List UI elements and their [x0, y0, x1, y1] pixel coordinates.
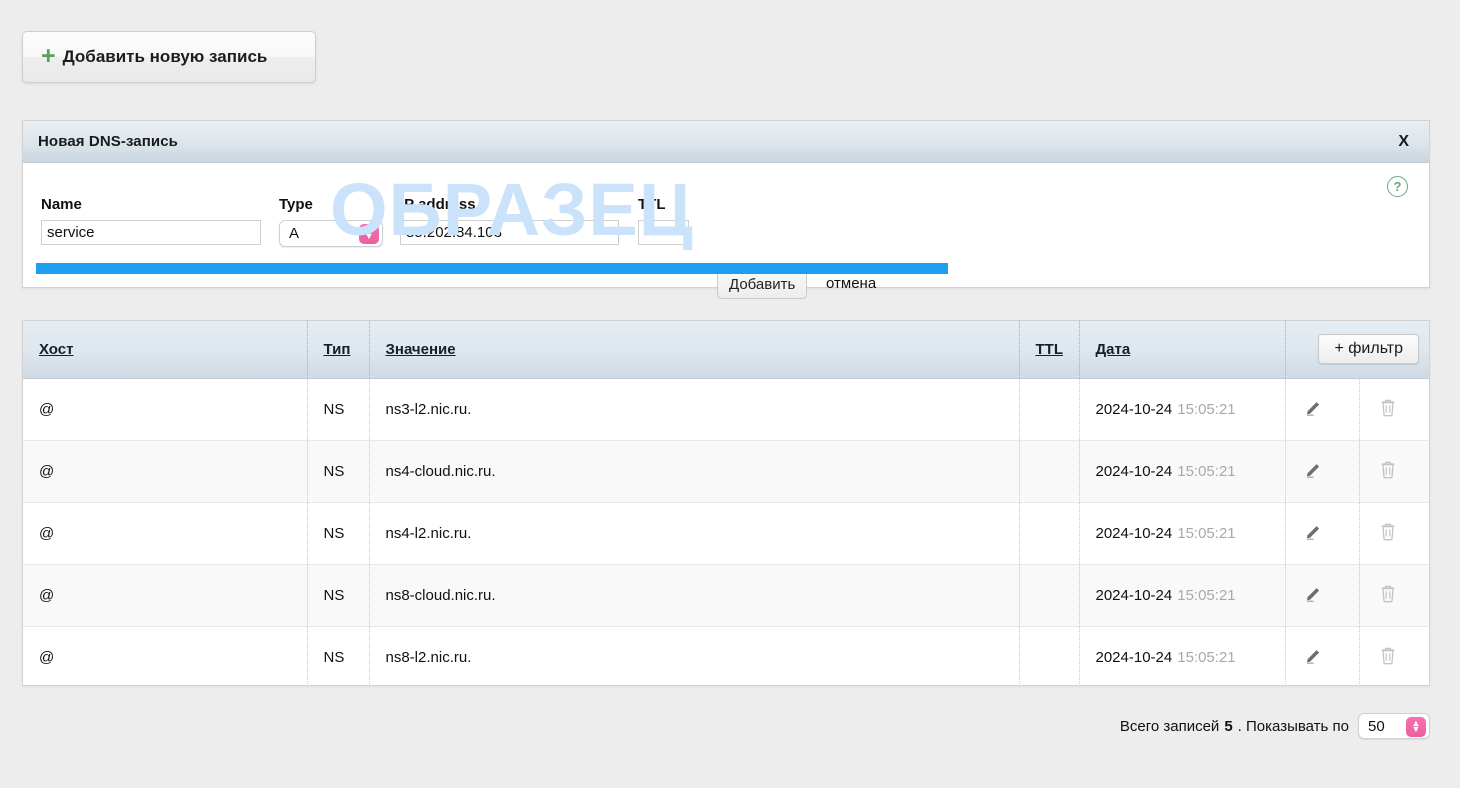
cell-value: ns3-l2.nic.ru. [369, 378, 1020, 441]
trash-icon [1378, 459, 1398, 483]
cell-ttl [1019, 440, 1080, 503]
total-records-count: 5 [1224, 717, 1233, 735]
ip-address-input[interactable] [400, 220, 619, 245]
ip-address-label: IP address [400, 196, 476, 213]
filter-button[interactable]: + фильтр [1318, 334, 1420, 365]
trash-icon [1378, 583, 1398, 607]
cell-date: 2024-10-24 15:05:21 [1079, 564, 1286, 627]
column-header-ttl[interactable]: TTL [1019, 321, 1080, 379]
trash-icon [1378, 397, 1398, 421]
cell-type: NS [307, 626, 370, 685]
cell-value: ns8-l2.nic.ru. [369, 626, 1020, 685]
cell-date: 2024-10-24 15:05:21 [1079, 626, 1286, 685]
edit-record-button[interactable] [1285, 564, 1360, 627]
cell-value: ns4-l2.nic.ru. [369, 502, 1020, 565]
dns-records-table: Хост Тип Значение TTL Дата + фильтр @ NS n… [22, 320, 1430, 686]
cell-type: NS [307, 378, 370, 441]
type-select-value: A [289, 225, 300, 242]
close-icon[interactable]: X [1398, 133, 1409, 151]
table-row: @ NS ns8-l2.nic.ru. 2024-10-24 15:05:21 [23, 626, 1429, 685]
panel-header: Новая DNS-запись X [23, 121, 1429, 163]
help-icon[interactable]: ? [1387, 176, 1408, 197]
ttl-label: TTL [638, 196, 666, 213]
table-body: @ NS ns3-l2.nic.ru. 2024-10-24 15:05:21 @ NS ns… [23, 378, 1429, 685]
cell-ttl [1019, 378, 1080, 441]
chevron-updown-icon: ▲ ▼ [359, 224, 379, 244]
cell-host: @ [23, 564, 308, 627]
field-ip-address: IP address [400, 196, 619, 245]
column-header-type[interactable]: Тип [307, 321, 370, 379]
total-records-prefix: Всего записей [1119, 717, 1220, 735]
table-row: @ NS ns3-l2.nic.ru. 2024-10-24 15:05:21 [23, 378, 1429, 441]
table-row: @ NS ns8-cloud.nic.ru. 2024-10-24 15:05:21 [23, 564, 1429, 627]
cancel-link[interactable]: отмена [826, 275, 876, 292]
edit-record-button[interactable] [1285, 378, 1360, 441]
cell-ttl [1019, 502, 1080, 565]
per-page-label: . Показывать по [1237, 717, 1349, 735]
column-header-actions: + фильтр [1285, 321, 1429, 379]
cell-host: @ [23, 440, 308, 503]
pencil-icon [1304, 583, 1324, 607]
progress-bar [36, 263, 948, 274]
field-ttl: TTL [638, 196, 689, 245]
field-name: Name [41, 196, 261, 245]
cell-value: ns4-cloud.nic.ru. [369, 440, 1020, 503]
table-header-row: Хост Тип Значение TTL Дата + фильтр [23, 321, 1429, 379]
add-new-record-button[interactable]: + Добавить новую запись [22, 31, 316, 83]
trash-icon [1378, 645, 1398, 669]
chevron-updown-icon: ▲ ▼ [1406, 717, 1426, 737]
cell-type: NS [307, 564, 370, 627]
field-type: Type A ▲ ▼ [279, 196, 383, 247]
cell-host: @ [23, 378, 308, 441]
plus-icon: + [41, 41, 56, 70]
table-row: @ NS ns4-cloud.nic.ru. 2024-10-24 15:05:21 [23, 440, 1429, 503]
cell-value: ns8-cloud.nic.ru. [369, 564, 1020, 627]
column-header-date[interactable]: Дата [1079, 321, 1286, 379]
edit-record-button[interactable] [1285, 626, 1360, 685]
dns-records-page: + Добавить новую запись Новая DNS-запись… [0, 0, 1460, 788]
trash-icon [1378, 521, 1398, 545]
cell-date: 2024-10-24 15:05:21 [1079, 378, 1286, 441]
delete-record-button[interactable] [1359, 502, 1429, 565]
delete-record-button[interactable] [1359, 564, 1429, 627]
column-header-host[interactable]: Хост [23, 321, 308, 379]
cell-date: 2024-10-24 15:05:21 [1079, 502, 1286, 565]
type-label: Type [279, 196, 313, 213]
add-new-record-label: Добавить новую запись [62, 47, 268, 66]
type-select[interactable]: A ▲ ▼ [279, 220, 383, 247]
cell-ttl [1019, 564, 1080, 627]
edit-record-button[interactable] [1285, 440, 1360, 503]
cell-type: NS [307, 440, 370, 503]
cell-ttl [1019, 626, 1080, 685]
panel-title: Новая DNS-запись [38, 133, 178, 150]
delete-record-button[interactable] [1359, 378, 1429, 441]
pencil-icon [1304, 645, 1324, 669]
name-input[interactable] [41, 220, 261, 245]
cell-host: @ [23, 626, 308, 685]
delete-record-button[interactable] [1359, 626, 1429, 685]
submit-record-button[interactable]: Добавить [717, 270, 808, 299]
table-footer: Всего записей 5 . Показывать по 50 ▲ ▼ [1120, 713, 1430, 739]
pencil-icon [1304, 521, 1324, 545]
per-page-select[interactable]: 50 ▲ ▼ [1358, 713, 1430, 739]
per-page-value: 50 [1368, 717, 1385, 735]
edit-record-button[interactable] [1285, 502, 1360, 565]
pencil-icon [1304, 459, 1324, 483]
cell-date: 2024-10-24 15:05:21 [1079, 440, 1286, 503]
column-header-value[interactable]: Значение [369, 321, 1020, 379]
cell-host: @ [23, 502, 308, 565]
cell-type: NS [307, 502, 370, 565]
delete-record-button[interactable] [1359, 440, 1429, 503]
ttl-input[interactable] [638, 220, 689, 245]
pencil-icon [1304, 397, 1324, 421]
table-row: @ NS ns4-l2.nic.ru. 2024-10-24 15:05:21 [23, 502, 1429, 565]
name-label: Name [41, 196, 82, 213]
